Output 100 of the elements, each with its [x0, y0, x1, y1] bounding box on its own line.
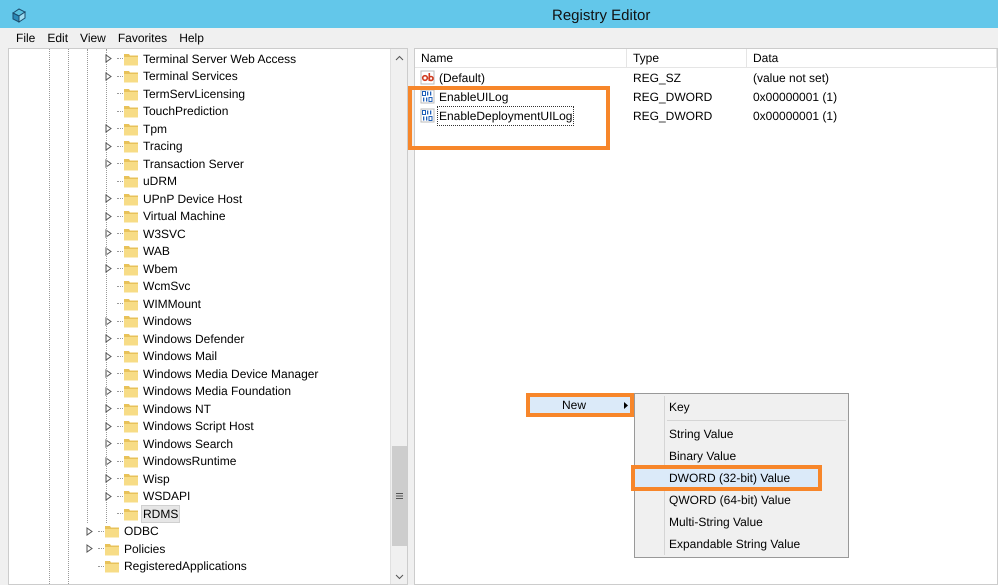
tree-item[interactable]: Virtual Machine: [141, 207, 228, 226]
column-header[interactable]: Name: [415, 49, 627, 67]
tree-item[interactable]: WcmSvc: [141, 277, 192, 296]
scroll-up-icon[interactable]: [394, 55, 404, 61]
value-name[interactable]: EnableDeploymentUILog: [437, 106, 574, 126]
value-type: REG_SZ: [632, 70, 682, 86]
tree-item[interactable]: Windows Script Host: [141, 417, 256, 436]
folder-icon: [123, 313, 139, 330]
expand-arrow-icon[interactable]: [105, 72, 112, 81]
tree-item[interactable]: RDMS: [141, 504, 180, 523]
tree-item[interactable]: Wisp: [141, 470, 172, 488]
expand-arrow-icon[interactable]: [86, 526, 93, 536]
folder-icon: [123, 68, 139, 84]
folder-icon: [104, 523, 120, 540]
menu-item[interactable]: File: [10, 29, 42, 47]
expand-arrow-icon[interactable]: [105, 422, 112, 431]
tree-item[interactable]: Windows: [141, 312, 194, 330]
column-header[interactable]: Type: [627, 49, 747, 67]
expand-arrow-icon[interactable]: [105, 334, 112, 344]
tree-item[interactable]: Windows Mail: [141, 347, 220, 366]
menu-item[interactable]: QWORD (64-bit) Value: [637, 489, 846, 511]
menu-item[interactable]: Multi-String Value: [637, 511, 846, 533]
tree-item[interactable]: Terminal Server Web Access: [141, 50, 298, 68]
folder-icon: [123, 383, 139, 400]
tree-item[interactable]: TermServLicensing: [141, 84, 248, 103]
tree-item[interactable]: Terminal Services: [141, 67, 240, 86]
expand-arrow-icon[interactable]: [105, 194, 112, 204]
expand-arrow-icon[interactable]: [105, 229, 112, 238]
menu-item[interactable]: Help: [173, 29, 210, 47]
tree-item[interactable]: Windows Search: [141, 434, 236, 453]
expand-arrow-icon[interactable]: [105, 159, 112, 168]
folder-icon: [123, 208, 139, 224]
expand-arrow-icon[interactable]: [105, 124, 112, 134]
tree-item[interactable]: Tpm: [141, 120, 169, 138]
tree-item[interactable]: Transaction Server: [141, 154, 246, 173]
column-header[interactable]: Data: [747, 49, 997, 67]
tree-item[interactable]: Policies: [122, 540, 168, 558]
expand-arrow-icon[interactable]: [105, 54, 112, 64]
tree-item[interactable]: TouchPrediction: [141, 102, 230, 120]
menu-item[interactable]: Binary Value: [637, 445, 846, 467]
folder-icon: [123, 103, 139, 120]
scrollbar-thumb[interactable]: [392, 446, 406, 546]
expand-arrow-icon[interactable]: [105, 212, 112, 221]
expand-arrow-icon[interactable]: [105, 404, 112, 414]
value-name[interactable]: EnableUILog: [437, 86, 510, 106]
folder-icon: [123, 418, 139, 434]
menu-item[interactable]: String Value: [637, 423, 846, 445]
tree-item[interactable]: WindowsRuntime: [141, 452, 238, 470]
expand-arrow-icon[interactable]: [105, 439, 112, 448]
folder-icon: [123, 138, 139, 154]
scroll-down-icon[interactable]: [394, 574, 404, 580]
folder-icon: [123, 278, 139, 294]
folder-icon: [123, 453, 139, 470]
expand-arrow-icon[interactable]: [105, 474, 112, 484]
string-value-icon: [420, 70, 436, 86]
window-title: Registry Editor: [552, 6, 650, 26]
tree-item[interactable]: WSDAPI: [141, 487, 192, 506]
value-data: 0x00000001 (1): [752, 108, 838, 124]
scrollbar[interactable]: [390, 49, 407, 584]
tree-item[interactable]: UPnP Device Host: [141, 190, 244, 208]
tree-item[interactable]: ODBC: [122, 522, 161, 540]
value-data: (value not set): [752, 70, 830, 86]
expand-arrow-icon[interactable]: [105, 369, 112, 378]
menu-item[interactable]: Expandable String Value: [637, 533, 846, 555]
expand-arrow-icon[interactable]: [105, 264, 112, 274]
tree-item[interactable]: RegisteredApplications: [122, 557, 249, 576]
menu-item[interactable]: New: [528, 395, 632, 415]
value-type: REG_DWORD: [632, 88, 714, 106]
expand-arrow-icon[interactable]: [86, 544, 93, 554]
menu-item[interactable]: DWORD (32-bit) Value: [633, 467, 820, 489]
expand-arrow-icon[interactable]: [105, 352, 112, 361]
tree-item[interactable]: Windows Media Device Manager: [141, 364, 320, 383]
menu-item[interactable]: Favorites: [112, 29, 174, 47]
value-data: 0x00000001 (1): [752, 88, 838, 106]
folder-icon: [123, 173, 139, 190]
expand-arrow-icon[interactable]: [105, 456, 112, 466]
tree-item[interactable]: W3SVC: [141, 224, 188, 243]
menu-item[interactable]: View: [74, 29, 112, 47]
tree-item[interactable]: Wbem: [141, 260, 180, 278]
grip-icon: [396, 493, 402, 499]
folder-icon: [123, 488, 139, 504]
binary-value-icon: [420, 108, 436, 124]
tree-item[interactable]: WAB: [141, 242, 172, 260]
expand-arrow-icon[interactable]: [105, 316, 112, 326]
folder-icon: [123, 243, 139, 260]
expand-arrow-icon[interactable]: [105, 386, 112, 396]
menu-item[interactable]: Edit: [41, 29, 74, 47]
tree-item[interactable]: Windows Media Foundation: [141, 382, 294, 400]
expand-arrow-icon[interactable]: [105, 246, 112, 256]
menu-item[interactable]: Key: [637, 396, 846, 418]
expand-arrow-icon[interactable]: [105, 142, 112, 151]
value-name[interactable]: (Default): [437, 68, 488, 88]
tree-item[interactable]: WIMMount: [141, 294, 204, 313]
expand-arrow-icon[interactable]: [105, 492, 112, 501]
folder-icon: [123, 348, 139, 364]
binary-value-icon: [420, 88, 436, 104]
tree-item[interactable]: Tracing: [141, 137, 185, 156]
tree-item[interactable]: Windows Defender: [141, 330, 246, 348]
tree-item[interactable]: Windows NT: [141, 400, 214, 418]
tree-item[interactable]: uDRM: [141, 172, 180, 190]
